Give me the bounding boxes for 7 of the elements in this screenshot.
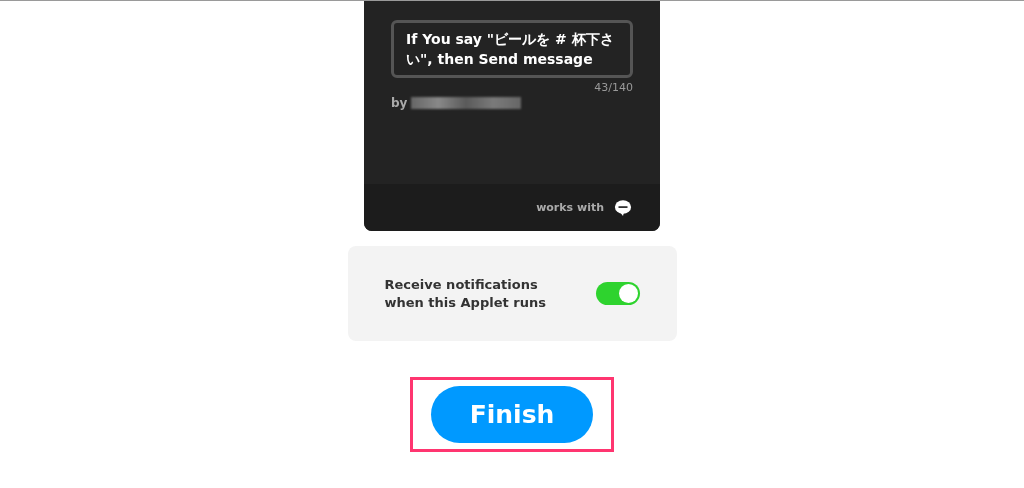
- notification-toggle[interactable]: [595, 282, 640, 305]
- notification-label: Receive notifications when this Applet runs: [384, 275, 547, 312]
- works-with-label: works with: [536, 201, 604, 214]
- applet-title-field[interactable]: If You say "ビールを # 杯下さい", then Send message: [391, 20, 633, 78]
- chat-bubble-icon: [614, 198, 632, 217]
- character-counter: 43/140: [594, 81, 633, 94]
- author-label: by: [391, 96, 408, 110]
